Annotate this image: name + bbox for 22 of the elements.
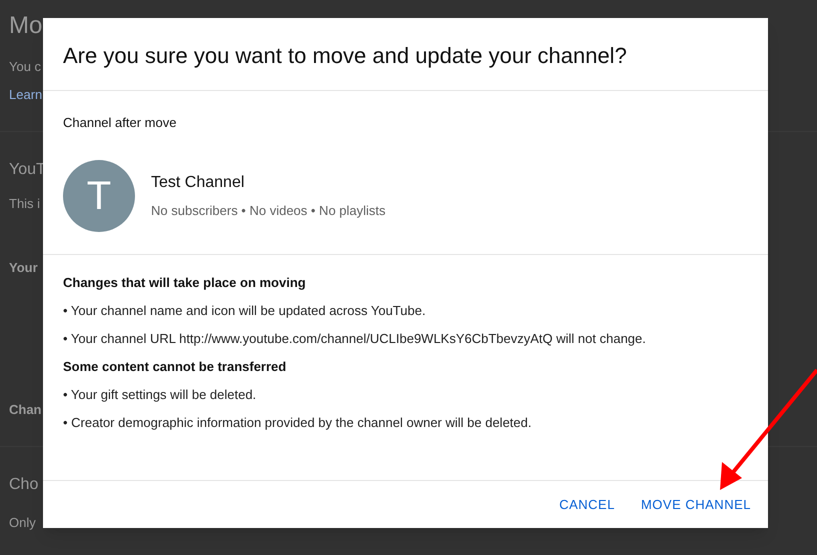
background-text: You c xyxy=(9,59,42,74)
background-text: Only xyxy=(9,515,36,530)
move-channel-button[interactable]: MOVE CHANNEL xyxy=(632,486,760,522)
background-text: Your xyxy=(9,260,38,275)
channel-stats: No subscribers • No videos • No playlists xyxy=(151,202,386,220)
background-text: Cho xyxy=(9,476,38,493)
cancel-button[interactable]: CANCEL xyxy=(550,486,624,522)
background-text: Chan xyxy=(9,402,42,417)
background-text: YouT xyxy=(9,161,46,178)
background-link[interactable]: Learn xyxy=(9,87,42,102)
channel-avatar: T xyxy=(63,160,135,232)
section-heading: Some content cannot be transferred xyxy=(63,358,288,374)
section-heading: Changes that will take place on moving xyxy=(63,274,307,290)
background-text: This i xyxy=(9,196,40,211)
background-text: Mo xyxy=(9,12,42,39)
section-label: Channel after move xyxy=(63,114,178,132)
dialog-title: Are you sure you want to move and update your channel? xyxy=(63,42,628,70)
info-text: • Creator demographic information provided by the channel owner will be deleted. xyxy=(63,414,532,430)
channel-name: Test Channel xyxy=(151,172,246,193)
info-text: • Your gift settings will be deleted. xyxy=(63,386,258,402)
info-text: • Your channel name and icon will be updated across YouTube. xyxy=(63,302,427,318)
info-text: • Your channel URL http://www.youtube.com/channel/UCLIbe9WLKsY6CbTbevzyAtQ will not change. xyxy=(63,330,647,346)
